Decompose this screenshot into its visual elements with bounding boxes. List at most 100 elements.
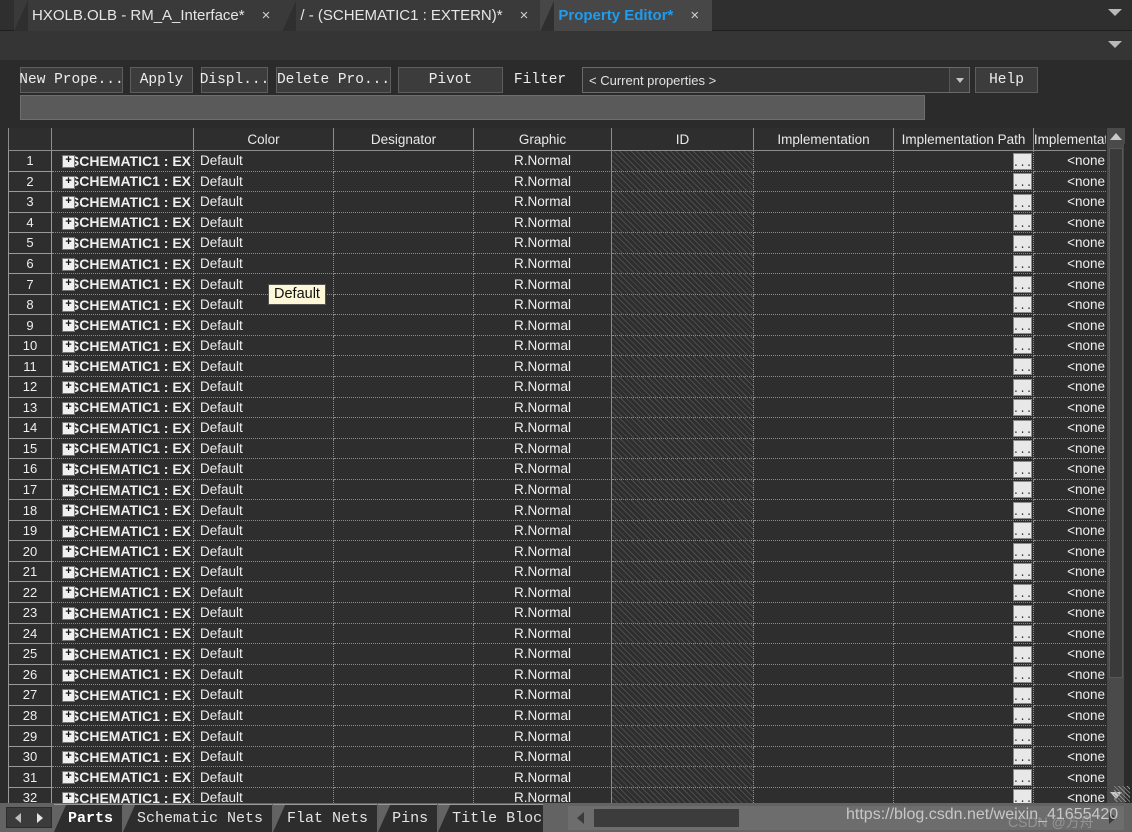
browse-ellipsis-button[interactable]: ...	[1013, 337, 1032, 355]
color-cell[interactable]: Default	[194, 397, 334, 419]
designator-cell[interactable]	[334, 623, 474, 645]
row-number-cell[interactable]: 24	[8, 623, 52, 645]
column-header-id[interactable]: ID	[612, 128, 754, 150]
column-header-name[interactable]	[52, 128, 194, 150]
browse-ellipsis-button[interactable]: ...	[1013, 255, 1032, 273]
implementation-cell[interactable]	[754, 787, 894, 803]
implementation-type-cell[interactable]: <none	[1034, 254, 1108, 275]
implementation-type-cell[interactable]: <none	[1034, 644, 1108, 665]
implementation-type-cell[interactable]: <none	[1034, 274, 1108, 295]
implementation-cell[interactable]	[754, 377, 894, 398]
implementation-path-cell[interactable]: ...	[894, 377, 1034, 398]
sheet-tab-pins[interactable]: Pins	[378, 804, 438, 832]
implementation-cell[interactable]	[754, 151, 894, 172]
id-cell[interactable]	[612, 561, 754, 583]
id-cell[interactable]	[612, 726, 754, 747]
table-row[interactable]: 26 + SCHEMATIC1 : EX Default R.Normal... <non…	[8, 664, 1124, 686]
row-name-cell[interactable]: + SCHEMATIC1 : EX	[52, 397, 194, 419]
designator-cell[interactable]	[334, 274, 474, 295]
designator-cell[interactable]	[334, 644, 474, 665]
browse-ellipsis-button[interactable]: ...	[1013, 275, 1032, 293]
browse-ellipsis-button[interactable]: ...	[1013, 748, 1032, 766]
table-row[interactable]: 22 + SCHEMATIC1 : EX Default R.Normal... <non…	[8, 582, 1124, 604]
table-row[interactable]: 20 + SCHEMATIC1 : EX Default R.Normal... <non…	[8, 541, 1124, 562]
implementation-type-cell[interactable]: <none	[1034, 172, 1108, 193]
id-cell[interactable]	[612, 335, 754, 357]
row-number-cell[interactable]: 5	[8, 233, 52, 254]
table-row[interactable]: 27 + SCHEMATIC1 : EX Default R.Normal... <non…	[8, 685, 1124, 706]
implementation-type-cell[interactable]: <none	[1034, 788, 1108, 803]
table-row[interactable]: 7 + SCHEMATIC1 : EX Default R.Normal... <none	[8, 274, 1124, 295]
designator-cell[interactable]	[334, 479, 474, 501]
graphic-cell[interactable]: R.Normal	[474, 500, 612, 521]
row-name-cell[interactable]: + SCHEMATIC1 : EX	[52, 767, 194, 788]
designator-cell[interactable]	[334, 705, 474, 727]
expand-icon[interactable]: +	[62, 216, 75, 230]
implementation-cell[interactable]	[754, 644, 894, 665]
browse-ellipsis-button[interactable]: ...	[1013, 316, 1032, 334]
color-cell[interactable]: Default	[194, 561, 334, 583]
table-row[interactable]: 12 + SCHEMATIC1 : EX Default R.Normal... <non…	[8, 377, 1124, 398]
delete-property-button[interactable]: Delete Pro...	[276, 67, 391, 93]
browse-ellipsis-button[interactable]: ...	[1013, 666, 1032, 684]
implementation-type-cell[interactable]: <none	[1034, 767, 1108, 788]
implementation-cell[interactable]	[754, 623, 894, 645]
expand-icon[interactable]: +	[62, 627, 75, 641]
designator-cell[interactable]	[334, 253, 474, 275]
row-name-cell[interactable]: + SCHEMATIC1 : EX	[52, 623, 194, 645]
designator-cell[interactable]	[334, 561, 474, 583]
row-name-cell[interactable]: + SCHEMATIC1 : EX	[52, 418, 194, 439]
document-tab-1[interactable]: / - (SCHEMATIC1 : EXTERN)* ×	[282, 0, 542, 31]
implementation-type-cell[interactable]: <none	[1034, 541, 1108, 562]
color-cell[interactable]: Default	[194, 479, 334, 501]
row-name-cell[interactable]: + SCHEMATIC1 : EX	[52, 705, 194, 727]
graphic-cell[interactable]: R.Normal	[474, 335, 612, 357]
id-cell[interactable]	[612, 459, 754, 480]
row-name-cell[interactable]: + SCHEMATIC1 : EX	[52, 685, 194, 706]
designator-cell[interactable]	[334, 212, 474, 234]
implementation-cell[interactable]	[754, 541, 894, 562]
table-row[interactable]: 6 + SCHEMATIC1 : EX Default R.Normal... <none	[8, 253, 1124, 275]
document-tab-1-close-icon[interactable]: ×	[517, 8, 532, 23]
table-row[interactable]: 4 + SCHEMATIC1 : EX Default R.Normal... <none	[8, 212, 1124, 234]
implementation-path-cell[interactable]: ...	[894, 623, 1034, 645]
implementation-path-cell[interactable]: ...	[894, 582, 1034, 604]
expand-icon[interactable]: +	[62, 504, 75, 518]
implementation-type-cell[interactable]: <none	[1034, 192, 1108, 213]
browse-ellipsis-button[interactable]: ...	[1013, 686, 1032, 704]
table-row[interactable]: 19 + SCHEMATIC1 : EX Default R.Normal... <non…	[8, 520, 1124, 542]
implementation-type-cell[interactable]: <none	[1034, 356, 1108, 378]
implementation-path-cell[interactable]: ...	[894, 541, 1034, 562]
document-tab-property-editor[interactable]: Property Editor* ×	[540, 0, 713, 31]
implementation-cell[interactable]	[754, 603, 894, 624]
designator-cell[interactable]	[334, 787, 474, 803]
browse-ellipsis-button[interactable]: ...	[1013, 173, 1032, 191]
table-row[interactable]: 5 + SCHEMATIC1 : EX Default R.Normal... <none	[8, 233, 1124, 254]
implementation-path-cell[interactable]: ...	[894, 253, 1034, 275]
scroll-left-icon[interactable]	[570, 808, 590, 828]
id-cell[interactable]	[612, 253, 754, 275]
table-row[interactable]: 1 + SCHEMATIC1 : EX Default R.Normal... <none	[8, 151, 1124, 172]
browse-ellipsis-button[interactable]: ...	[1013, 789, 1032, 803]
sheet-tab-prev-button[interactable]	[7, 808, 29, 827]
cell-edit-input[interactable]	[20, 95, 925, 120]
row-name-cell[interactable]: + SCHEMATIC1 : EX	[52, 726, 194, 747]
graphic-cell[interactable]: R.Normal	[474, 767, 612, 788]
row-number-cell[interactable]: 16	[8, 459, 52, 480]
row-number-cell[interactable]: 14	[8, 418, 52, 439]
implementation-cell[interactable]	[754, 500, 894, 521]
scroll-right-icon[interactable]	[1102, 808, 1122, 828]
expand-icon[interactable]: +	[62, 565, 75, 579]
implementation-cell[interactable]	[754, 520, 894, 542]
table-row[interactable]: 18 + SCHEMATIC1 : EX Default R.Normal... <non…	[8, 500, 1124, 521]
implementation-type-cell[interactable]: <none	[1034, 233, 1108, 254]
apply-button[interactable]: Apply	[130, 67, 193, 93]
help-button[interactable]: Help	[975, 67, 1038, 93]
designator-cell[interactable]	[334, 664, 474, 686]
row-name-cell[interactable]: + SCHEMATIC1 : EX	[52, 171, 194, 193]
color-cell[interactable]: Default	[194, 377, 334, 398]
color-cell[interactable]: Default	[194, 171, 334, 193]
expand-icon[interactable]: +	[62, 545, 75, 559]
column-header-rownum[interactable]	[8, 128, 52, 150]
implementation-path-cell[interactable]: ...	[894, 335, 1034, 357]
